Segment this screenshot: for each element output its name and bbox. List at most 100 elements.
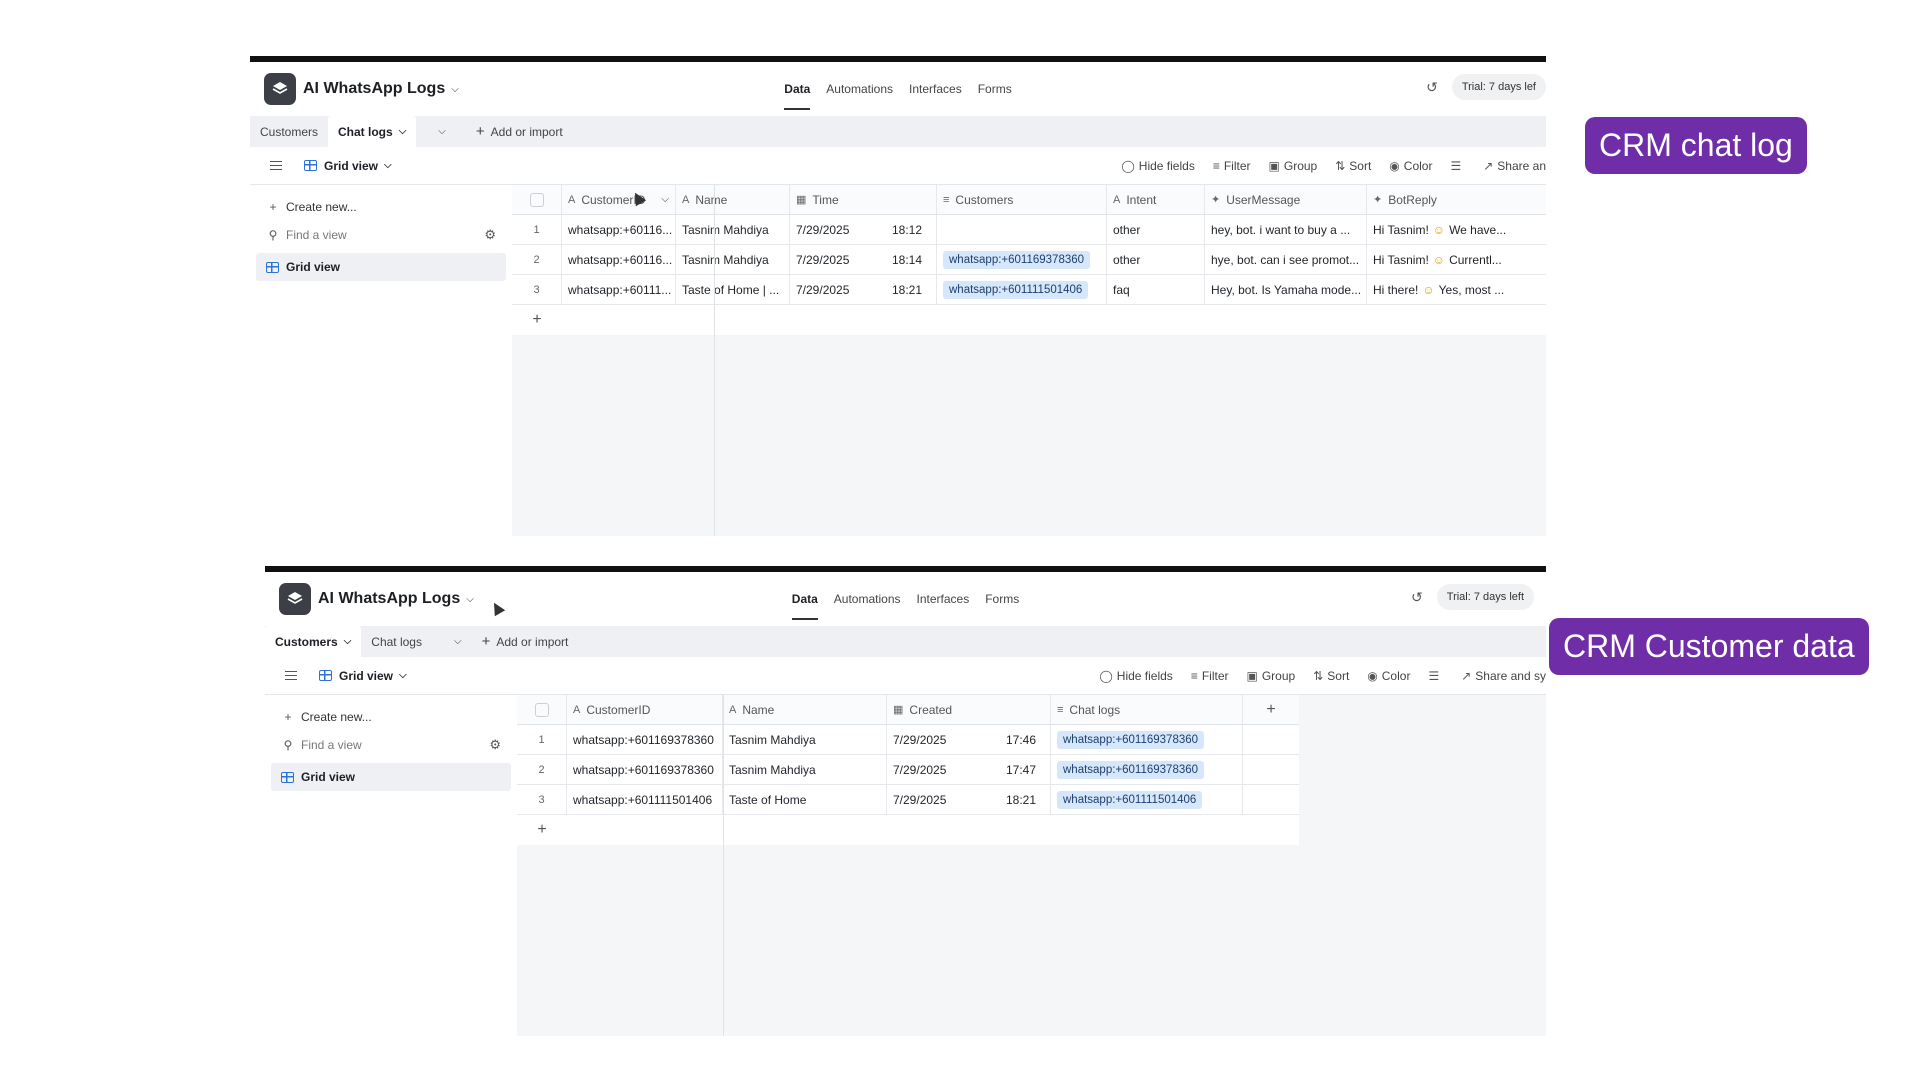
trial-badge[interactable]: Trial: 7 days left <box>1436 584 1534 610</box>
table-row[interactable]: 3 whatsapp:+601111501406 Taste of Home 7… <box>517 785 1299 815</box>
nav-interfaces[interactable]: Interfaces <box>917 592 970 606</box>
add-import-button[interactable]: + Add or import <box>474 626 577 657</box>
tab-customers[interactable]: Customers <box>250 116 328 147</box>
linked-record-chip[interactable]: whatsapp:+601169378360 <box>943 250 1091 269</box>
cell-customers[interactable] <box>937 215 1107 244</box>
base-name[interactable]: AI WhatsApp Logs <box>303 80 445 98</box>
chevron-down-icon[interactable]: ⌵ <box>466 594 474 605</box>
linked-record-chip[interactable]: whatsapp:+601111501406 <box>1057 790 1203 809</box>
chevron-down-icon[interactable]: ⌵ <box>661 194 669 205</box>
cell-customerid[interactable]: whatsapp:+601169378360 <box>567 725 723 754</box>
cell-created[interactable]: 7/29/2025 17:47 <box>887 755 1051 784</box>
cell-usermessage[interactable]: hey, bot. i want to buy a ... <box>1205 215 1367 244</box>
cell-customers[interactable]: whatsapp:+601169378360 <box>937 245 1107 274</box>
sort-button[interactable]: ⇅ Sort <box>1335 159 1371 173</box>
chevron-down-icon[interactable]: ⌵ <box>438 126 446 137</box>
cell-name[interactable]: Tasnim Mahdiya <box>676 215 790 244</box>
sidebar-item-grid-view[interactable]: Grid view <box>256 253 506 281</box>
nav-data[interactable]: Data <box>784 82 811 110</box>
col-usermessage[interactable]: ✦ UserMessage <box>1205 185 1367 214</box>
chevron-down-icon[interactable]: ⌵ <box>454 636 462 647</box>
cell-name[interactable]: Tasnim Mahdiya <box>723 755 887 784</box>
col-intent[interactable]: A Intent <box>1107 185 1205 214</box>
linked-record-chip[interactable]: whatsapp:+601111501406 <box>943 280 1089 299</box>
tab-chat-logs[interactable]: Chat logs ⌵ <box>328 116 417 147</box>
cell-chat-logs[interactable]: whatsapp:+601169378360 <box>1051 725 1243 754</box>
cell-customerid[interactable]: whatsapp:+601169378360 <box>567 755 723 784</box>
cell-name[interactable]: Taste of Home | ... <box>676 275 790 304</box>
cell-usermessage[interactable]: hye, bot. can i see promot... <box>1205 245 1367 274</box>
filter-button[interactable]: ≡ Filter <box>1213 159 1251 173</box>
cell-customerid[interactable]: whatsapp:+60116... <box>562 245 676 274</box>
view-switcher[interactable]: Grid view ⌵ <box>304 159 392 173</box>
cell-customerid[interactable]: whatsapp:+60116... <box>562 215 676 244</box>
table-row[interactable]: 3 whatsapp:+60111... Taste of Home | ...… <box>512 275 1546 305</box>
nav-automations[interactable]: Automations <box>834 592 901 606</box>
cell-customerid[interactable]: whatsapp:+601111501406 <box>567 785 723 814</box>
col-time[interactable]: ▦ Time <box>790 185 937 214</box>
share-button[interactable]: ↗ Share and sy <box>1461 669 1546 683</box>
chevron-down-icon[interactable]: ⌵ <box>344 636 352 647</box>
create-new-view[interactable]: + Create new... <box>265 703 517 731</box>
menu-icon[interactable] <box>270 158 282 173</box>
base-logo-icon[interactable] <box>264 73 296 105</box>
linked-record-chip[interactable]: whatsapp:+601169378360 <box>1057 760 1205 779</box>
history-icon[interactable]: ↺ <box>1426 79 1438 96</box>
add-record-button[interactable]: + <box>517 815 1299 845</box>
col-customerid[interactable]: A CustomerID <box>567 695 723 724</box>
filter-button[interactable]: ≡ Filter <box>1191 669 1229 683</box>
cell-usermessage[interactable]: Hey, bot. Is Yamaha mode... <box>1205 275 1367 304</box>
table-row[interactable]: 1 whatsapp:+601169378360 Tasnim Mahdiya … <box>517 725 1299 755</box>
table-row[interactable]: 1 whatsapp:+60116... Tasnim Mahdiya 7/29… <box>512 215 1546 245</box>
col-botreply[interactable]: ✦ BotReply <box>1367 185 1546 214</box>
group-button[interactable]: ▣ Group <box>1269 159 1318 173</box>
cell-botreply[interactable]: Hi Tasnim! ☺ We have... <box>1367 215 1546 244</box>
gear-icon[interactable]: ⚙ <box>489 737 501 753</box>
tables-dropdown[interactable]: ⌵ <box>440 626 470 657</box>
cell-name[interactable]: Tasnim Mahdiya <box>723 725 887 754</box>
base-logo-icon[interactable] <box>279 583 311 615</box>
group-button[interactable]: ▣ Group <box>1247 669 1296 683</box>
cell-created[interactable]: 7/29/2025 17:46 <box>887 725 1051 754</box>
linked-record-chip[interactable]: whatsapp:+601169378360 <box>1057 730 1205 749</box>
col-customers[interactable]: ≡ Customers <box>937 185 1107 214</box>
cell-customerid[interactable]: whatsapp:+60111... <box>562 275 676 304</box>
color-button[interactable]: ◉ Color <box>1389 159 1432 173</box>
tab-chat-logs[interactable]: Chat logs <box>361 626 432 657</box>
cell-time[interactable]: 7/29/2025 18:12 <box>790 215 937 244</box>
col-chat-logs[interactable]: ≡ Chat logs <box>1051 695 1243 724</box>
hide-fields-button[interactable]: ◯ Hide fields <box>1099 669 1172 683</box>
cell-customers[interactable]: whatsapp:+601111501406 <box>937 275 1107 304</box>
menu-icon[interactable] <box>285 668 297 683</box>
cell-time[interactable]: 7/29/2025 18:21 <box>790 275 937 304</box>
cell-botreply[interactable]: Hi there! ☺ Yes, most ... <box>1367 275 1546 304</box>
table-row[interactable]: 2 whatsapp:+601169378360 Tasnim Mahdiya … <box>517 755 1299 785</box>
share-button[interactable]: ↗ Share an <box>1483 159 1546 173</box>
nav-automations[interactable]: Automations <box>826 82 893 96</box>
create-new-view[interactable]: + Create new... <box>250 193 512 221</box>
chevron-down-icon[interactable]: ⌵ <box>451 84 459 95</box>
cell-intent[interactable]: other <box>1107 215 1205 244</box>
row-height-button[interactable]: ☰ <box>1428 669 1443 683</box>
nav-data[interactable]: Data <box>791 592 818 620</box>
col-name[interactable]: A Name <box>676 185 790 214</box>
find-view-input[interactable]: ⚲ Find a view ⚙ <box>250 221 512 249</box>
base-name[interactable]: AI WhatsApp Logs <box>318 590 460 608</box>
nav-forms[interactable]: Forms <box>985 592 1019 606</box>
trial-badge[interactable]: Trial: 7 days lef <box>1451 74 1546 100</box>
tab-customers[interactable]: Customers ⌵ <box>265 626 362 657</box>
add-field-button[interactable]: + <box>1243 695 1299 724</box>
cell-intent[interactable]: faq <box>1107 275 1205 304</box>
sort-button[interactable]: ⇅ Sort <box>1313 669 1349 683</box>
add-record-button[interactable]: + <box>512 305 1546 335</box>
col-customerid[interactable]: A CustomerID ⌵ <box>562 185 676 214</box>
cell-botreply[interactable]: Hi Tasnim! ☺ Currentl... <box>1367 245 1546 274</box>
row-height-button[interactable]: ☰ <box>1450 159 1465 173</box>
select-all-checkbox[interactable] <box>512 185 562 214</box>
table-row[interactable]: 2 whatsapp:+60116... Tasnim Mahdiya 7/29… <box>512 245 1546 275</box>
cell-name[interactable]: Taste of Home <box>723 785 887 814</box>
cell-time[interactable]: 7/29/2025 18:14 <box>790 245 937 274</box>
add-import-button[interactable]: + Add or import <box>468 116 571 147</box>
gear-icon[interactable]: ⚙ <box>484 227 496 243</box>
find-view-input[interactable]: ⚲ Find a view ⚙ <box>265 731 517 759</box>
